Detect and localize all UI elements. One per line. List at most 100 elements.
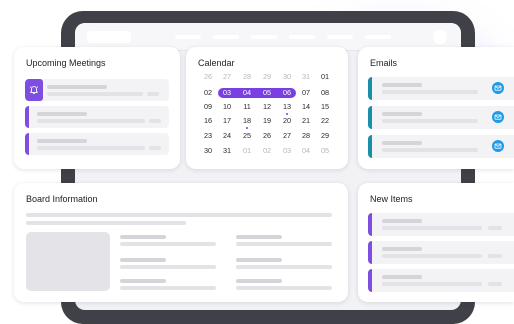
email-subject-bar — [382, 112, 422, 116]
new-item-row[interactable] — [368, 269, 514, 292]
calendar-day[interactable]: 02 — [198, 88, 218, 98]
new-item-title-bar — [382, 275, 422, 279]
board-field-label — [236, 235, 282, 239]
calendar-day[interactable]: 31 — [217, 146, 237, 156]
meeting-row[interactable] — [25, 106, 169, 128]
board-field-value — [120, 286, 216, 290]
board-field-value — [120, 242, 216, 246]
calendar-day[interactable]: 17 — [217, 116, 237, 126]
calendar-day[interactable]: 24 — [217, 131, 237, 141]
calendar-day[interactable]: 14 — [296, 102, 316, 112]
calendar-day[interactable]: 04 — [237, 88, 257, 98]
board-information-card: Board Information — [14, 183, 348, 302]
calendar-day[interactable]: 25 — [237, 131, 257, 141]
meeting-title-bar — [37, 139, 87, 143]
email-row[interactable] — [368, 135, 514, 158]
calendar-day[interactable]: 19 — [257, 116, 277, 126]
calendar-day[interactable]: 22 — [315, 116, 335, 126]
new-item-accent — [368, 269, 372, 292]
mail-icon[interactable] — [492, 140, 504, 152]
calendar-day[interactable]: 09 — [198, 102, 218, 112]
calendar-title: Calendar — [198, 58, 235, 68]
upcoming-meetings-card: Upcoming Meetings — [14, 47, 180, 169]
new-item-meta-bar — [488, 226, 502, 230]
new-item-detail-bar — [382, 226, 482, 230]
calendar-day[interactable]: 21 — [296, 116, 316, 126]
calendar-day[interactable]: 18 — [237, 116, 257, 126]
calendar-day[interactable]: 20 — [277, 116, 297, 126]
board-field-value — [236, 286, 332, 290]
new-item-row[interactable] — [368, 241, 514, 264]
calendar-day[interactable]: 30 — [198, 146, 218, 156]
mail-icon[interactable] — [492, 111, 504, 123]
calendar-day[interactable]: 28 — [296, 131, 316, 141]
new-item-meta-bar — [488, 282, 502, 286]
board-field-label — [236, 258, 282, 262]
meeting-title-bar — [37, 112, 87, 116]
emails-title: Emails — [370, 58, 398, 68]
email-row[interactable] — [368, 106, 514, 129]
calendar-day[interactable]: 28 — [237, 72, 257, 82]
calendar-day[interactable]: 31 — [296, 72, 316, 82]
board-field-value — [120, 265, 216, 269]
alarm-bell-icon — [29, 86, 39, 95]
email-preview-bar — [382, 119, 478, 123]
calendar-day[interactable]: 04 — [296, 146, 316, 156]
calendar-day[interactable]: 16 — [198, 116, 218, 126]
meeting-time-bar — [147, 92, 159, 96]
email-subject-bar — [382, 141, 422, 145]
calendar-day[interactable]: 01 — [315, 72, 335, 82]
calendar-day[interactable]: 15 — [315, 102, 335, 112]
calendar-event-dot — [286, 113, 288, 115]
calendar-day[interactable]: 26 — [257, 131, 277, 141]
mail-icon[interactable] — [492, 82, 504, 94]
app-logo-placeholder — [87, 31, 131, 43]
calendar-day[interactable]: 29 — [257, 72, 277, 82]
nav-placeholder — [289, 35, 315, 39]
calendar-day[interactable]: 05 — [315, 146, 335, 156]
calendar-day[interactable]: 27 — [217, 72, 237, 82]
calendar-day[interactable]: 27 — [277, 131, 297, 141]
calendar-day[interactable]: 29 — [315, 131, 335, 141]
meeting-detail-bar — [37, 119, 145, 123]
meeting-detail-bar — [47, 92, 143, 96]
avatar[interactable] — [433, 30, 447, 44]
new-item-accent — [368, 213, 372, 236]
calendar-day[interactable]: 30 — [277, 72, 297, 82]
calendar-day[interactable]: 11 — [237, 102, 257, 112]
meeting-title-bar — [47, 85, 107, 89]
new-item-meta-bar — [488, 254, 502, 258]
meeting-row[interactable] — [25, 133, 169, 155]
new-item-accent — [368, 241, 372, 264]
calendar-day[interactable]: 02 — [257, 146, 277, 156]
email-row-accent — [368, 135, 372, 158]
calendar-day[interactable]: 07 — [296, 88, 316, 98]
calendar-day[interactable]: 03 — [217, 88, 237, 98]
new-item-detail-bar — [382, 254, 482, 258]
nav-placeholder — [327, 35, 353, 39]
calendar-day[interactable]: 03 — [277, 146, 297, 156]
calendar-day[interactable]: 23 — [198, 131, 218, 141]
calendar-day[interactable]: 06 — [277, 88, 297, 98]
new-item-row[interactable] — [368, 213, 514, 236]
new-items-card: New Items — [358, 183, 514, 302]
new-items-title: New Items — [370, 194, 413, 204]
calendar-day[interactable]: 08 — [315, 88, 335, 98]
calendar-day[interactable]: 13 — [277, 102, 297, 112]
new-item-detail-bar — [382, 282, 482, 286]
email-preview-bar — [382, 90, 478, 94]
board-field-label — [120, 258, 166, 262]
nav-placeholder — [365, 35, 391, 39]
board-text-bar — [26, 221, 186, 225]
calendar-day[interactable]: 05 — [257, 88, 277, 98]
calendar-day[interactable]: 10 — [217, 102, 237, 112]
calendar-day[interactable]: 12 — [257, 102, 277, 112]
calendar-day[interactable]: 01 — [237, 146, 257, 156]
board-information-title: Board Information — [26, 194, 98, 204]
nav-placeholder — [251, 35, 277, 39]
email-row[interactable] — [368, 77, 514, 100]
calendar-day[interactable]: 26 — [198, 72, 218, 82]
calendar-card: Calendar 26 27 28 29 30 31 01 02 03 04 05 06 07 08 09 1… — [186, 47, 348, 169]
board-field-label — [120, 235, 166, 239]
meeting-row[interactable] — [25, 79, 169, 101]
